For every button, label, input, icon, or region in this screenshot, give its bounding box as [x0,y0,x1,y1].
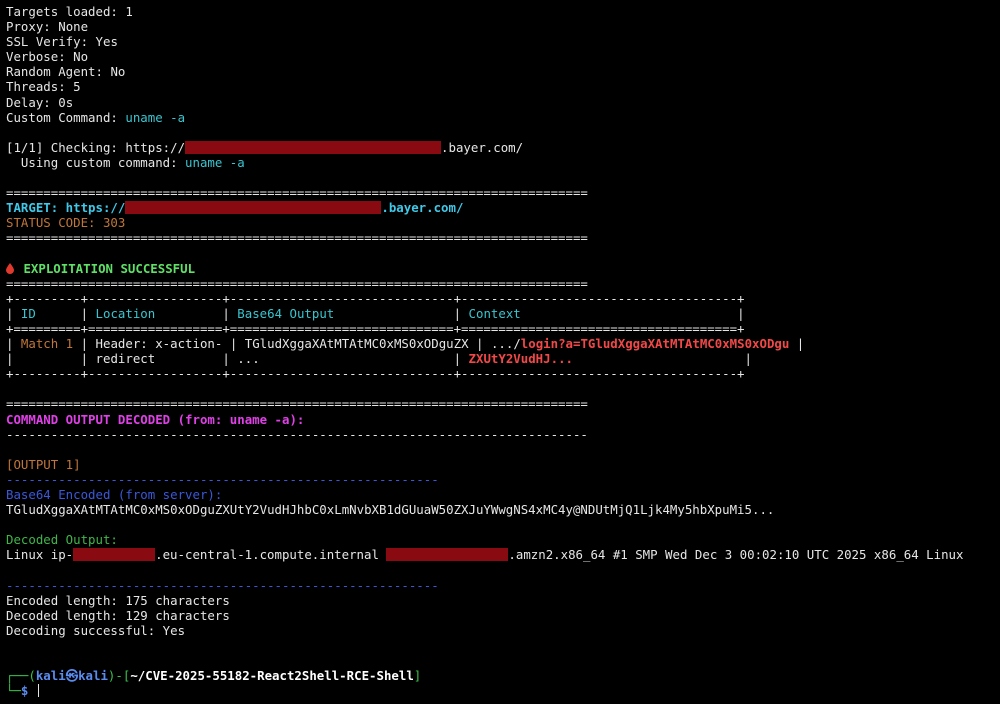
config-line-random-agent: Random Agent: No [6,64,126,80]
config-line-ssl: SSL Verify: Yes [6,34,118,50]
separator: ========================================… [6,185,588,201]
separator: ========================================… [6,230,588,246]
base64-label: Base64 Encoded (from server): [6,487,223,502]
separator: ========================================… [6,275,588,291]
context-login-param: login?a=TGludXggaXAtMTAtMC0xMS0xODgu [520,336,790,352]
redacted-ip [73,548,156,562]
stat-decoding-success: Decoding successful: Yes [6,622,186,638]
config-line-proxy: Proxy: None [6,19,89,35]
output-label: [OUTPUT 1] [6,456,81,472]
table-header-context: Context [468,305,521,321]
custom-command-value: uname -a [125,109,186,125]
table-header-id: ID [20,305,36,321]
config-line-threads: Threads: 5 [6,79,81,95]
text-cursor[interactable] [37,684,39,698]
separator: ----------------------------------------… [6,471,439,487]
redacted-target-hostname [125,201,382,215]
shell-prompt: ┌──(kali㉿kali)-[~/CVE-2025-55182-React2S… [6,668,422,684]
separator: ========================================… [6,396,588,412]
match-id: Match 1 [20,336,74,352]
decoded-label: Decoded Output: [6,532,118,548]
decoded-value: Linux ip- .eu-central-1.compute.internal … [6,547,964,563]
table-row: | Match 1 | Header: x-action- | TGludXgg… [6,336,805,352]
config-line-verbose: Verbose: No [6,49,89,65]
config-line-targets: Targets loaded: 1 [6,4,133,19]
using-custom-command-line: Using custom command: uname -a [6,154,245,170]
separator: ----------------------------------------… [6,577,439,593]
table-row-continuation: | | redirect | ... | ZXUtY2VudHJ... | [6,351,753,367]
shell-input-line[interactable]: └─$ [6,683,996,698]
config-line-custom-command: Custom Command: uname -a [6,109,186,125]
table-border: +---------+------------------+----------… [6,366,745,382]
table-header-row: | ID | Location | Base64 Output | Contex… [6,305,745,321]
target-line: TARGET: https://.bayer.com/ [6,200,464,216]
exploitation-success-banner: EXPLOITATION SUCCESSFUL [6,261,996,276]
table-header-location: Location [95,305,156,321]
table-border: +---------+------------------+----------… [6,290,745,306]
table-border: +=========+==================+==========… [6,320,745,336]
drop-icon [6,262,14,274]
redacted-kernel [386,548,509,562]
prompt-path: ~/CVE-2025-55182-React2Shell-RCE-Shell [130,668,414,684]
checking-line: [1/1] Checking: https://.bayer.com/ [6,139,524,155]
config-line-delay: Delay: 0s [6,94,74,110]
status-code: STATUS CODE: 303 [6,215,126,231]
redacted-hostname [185,140,442,154]
base64-value: TGludXggaXAtMTAtMC0xMS0xODguZXUtY2VudHJh… [6,502,775,518]
separator: ----------------------------------------… [6,426,588,442]
stat-encoded-length: Encoded length: 175 characters [6,592,230,608]
terminal-output[interactable]: Targets loaded: 1 Proxy: None SSL Verify… [6,4,996,698]
table-header-base64: Base64 Output [237,305,335,321]
stat-decoded-length: Decoded length: 129 characters [6,607,230,623]
command-output-title: COMMAND OUTPUT DECODED (from: uname -a): [6,411,305,427]
